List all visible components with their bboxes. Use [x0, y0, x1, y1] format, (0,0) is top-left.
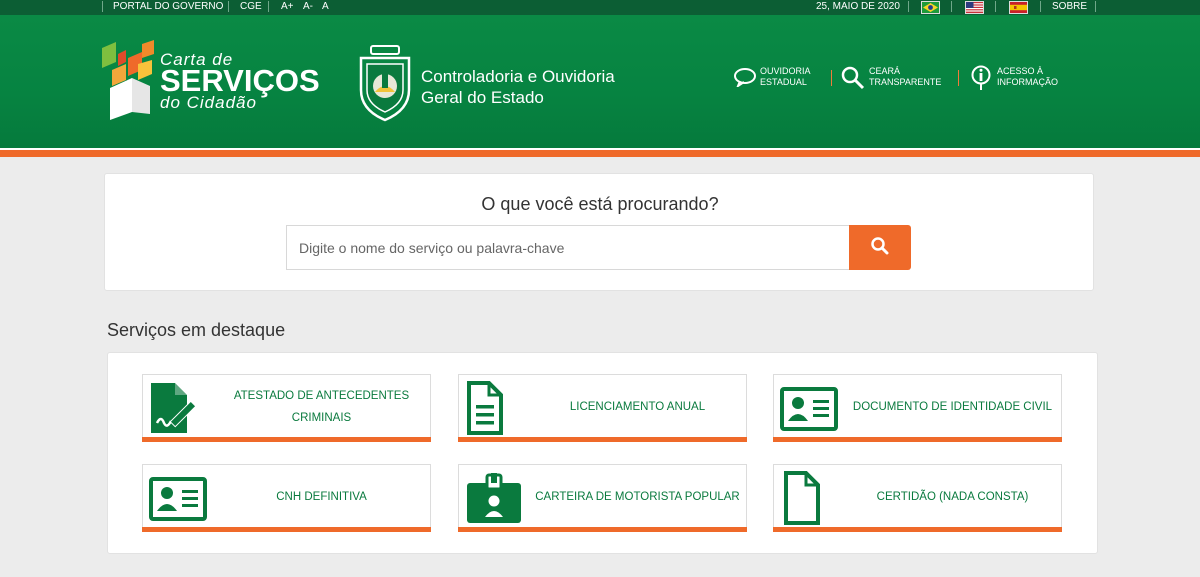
- ceara-transparente-label[interactable]: CEARÁ TRANSPARENTE: [869, 66, 941, 88]
- separator: [951, 1, 952, 12]
- featured-section-title: Serviços em destaque: [107, 320, 286, 340]
- cge-link[interactable]: CGE: [240, 1, 262, 13]
- separator: [908, 1, 909, 12]
- card-accent-bar: [142, 527, 431, 532]
- search-button[interactable]: [849, 225, 911, 270]
- blank-document-icon: [784, 471, 820, 525]
- portal-link[interactable]: PORTAL DO GOVERNO: [113, 1, 223, 13]
- org-title-line2: Geral do Estado: [421, 88, 544, 107]
- logo-cube-icon: [102, 40, 154, 120]
- ouvidoria-label[interactable]: OUVIDORIA ESTADUAL: [760, 66, 811, 88]
- signed-document-icon: [151, 383, 197, 433]
- org-title-line1: Controladoria e Ouvidoria: [421, 67, 615, 86]
- about-link[interactable]: SOBRE: [1052, 1, 1087, 13]
- acesso-informacao-label-line1: ACESSO À: [997, 66, 1044, 76]
- font-increase-button[interactable]: A+: [281, 1, 294, 13]
- service-card-identidade[interactable]: DOCUMENTO DE IDENTIDADE CIVIL: [773, 374, 1062, 442]
- badge-icon: [467, 473, 521, 523]
- service-card-certidao[interactable]: CERTIDÃO (NADA CONSTA): [773, 464, 1062, 532]
- separator: [995, 1, 996, 12]
- separator: [958, 70, 959, 86]
- separator: [228, 1, 229, 12]
- font-decrease-button[interactable]: A-: [303, 1, 313, 13]
- separator: [1040, 1, 1041, 12]
- info-icon: [971, 65, 991, 90]
- card-accent-bar: [458, 437, 747, 442]
- card-accent-bar: [773, 527, 1062, 532]
- id-card-icon: [149, 477, 207, 521]
- search-question: O que você está procurando?: [481, 194, 719, 214]
- service-card-label: CARTEIRA DE MOTORISTA POPULAR: [535, 490, 740, 503]
- search-icon: [871, 237, 889, 255]
- logo-line3: do Cidadão: [160, 93, 257, 112]
- search-input[interactable]: [286, 225, 849, 270]
- card-accent-bar: [773, 437, 1062, 442]
- top-bar: PORTAL DO GOVERNO CGE A+ A- A 25, MAIO D…: [0, 0, 1200, 15]
- document-icon: [467, 381, 503, 435]
- service-card-label: CNH DEFINITIVA: [276, 490, 367, 503]
- service-card-licenciamento[interactable]: LICENCIAMENTO ANUAL: [458, 374, 747, 442]
- current-date: 25, MAIO DE 2020: [816, 1, 900, 12]
- font-default-button[interactable]: A: [322, 1, 329, 13]
- magnifier-icon: [841, 66, 865, 90]
- service-card-label: CERTIDÃO (NADA CONSTA): [876, 490, 1029, 503]
- card-accent-bar: [142, 437, 431, 442]
- acesso-informacao-label-line2: INFORMAÇÃO: [997, 77, 1059, 87]
- card-accent-bar: [458, 527, 747, 532]
- separator: [1095, 1, 1096, 12]
- separator: [102, 1, 103, 12]
- ceara-transparente-label-line2: TRANSPARENTE: [869, 77, 942, 87]
- service-card-atestado[interactable]: ATESTADO DE ANTECEDENTES CRIMINAIS: [142, 374, 431, 442]
- id-card-icon: [780, 387, 838, 431]
- service-card-cnh[interactable]: CNH DEFINITIVA: [142, 464, 431, 532]
- usa-flag-icon[interactable]: [965, 1, 984, 14]
- service-card-label: ATESTADO DE ANTECEDENTES CRIMINAIS: [233, 389, 410, 424]
- org-title: Controladoria e Ouvidoria Geral do Estad…: [421, 66, 615, 108]
- state-coat-of-arms-icon: [357, 44, 413, 122]
- service-card-label: DOCUMENTO DE IDENTIDADE CIVIL: [852, 400, 1053, 413]
- service-card-label: LICENCIAMENTO ANUAL: [569, 400, 706, 413]
- ceara-transparente-label-line1: CEARÁ: [869, 66, 901, 76]
- header-accent-line: [0, 150, 1200, 157]
- service-card-carteira-popular[interactable]: CARTEIRA DE MOTORISTA POPULAR: [458, 464, 747, 532]
- acesso-informacao-label[interactable]: ACESSO À INFORMAÇÃO: [997, 66, 1058, 88]
- ouvidoria-label-line2: ESTADUAL: [760, 77, 807, 87]
- spain-flag-icon[interactable]: [1009, 1, 1028, 14]
- speech-bubble-icon: [734, 68, 756, 87]
- separator: [268, 1, 269, 12]
- brazil-flag-icon[interactable]: [921, 1, 940, 14]
- ouvidoria-label-line1: OUVIDORIA: [760, 66, 811, 76]
- separator: [831, 70, 832, 86]
